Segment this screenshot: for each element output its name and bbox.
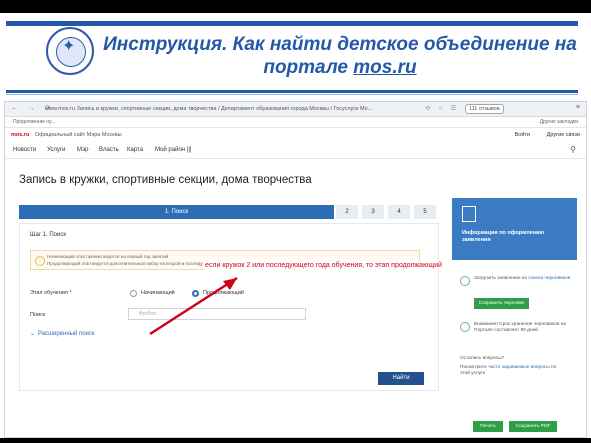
login-link[interactable]: Войти (515, 132, 530, 138)
site-subtitle: Официальный сайт Мэра Москвы (35, 132, 122, 138)
faq-text: Посмотрите часто задаваемые вопросы по э… (460, 365, 558, 377)
drafts-link[interactable]: списка черновиков (528, 276, 570, 281)
search-input[interactable]: Футбол (128, 308, 306, 320)
title-line-1: Инструкция. Как найти детское объединени… (103, 34, 577, 55)
hint-line-1: Начинающий этап приема ведется на первый… (47, 254, 169, 259)
upload-label: Загрузить заявление из (474, 276, 527, 281)
faq-prefix: Посмотрите (460, 365, 487, 370)
radio-beginner-label: Начинающий (141, 290, 175, 296)
nav-item-power[interactable]: Власть (99, 147, 119, 153)
site-header: mos.ru Официальный сайт Мэра Москвы Войт… (5, 128, 586, 142)
step-tab-3[interactable]: 3 (360, 205, 384, 219)
title-divider (6, 90, 578, 93)
save-pdf-button[interactable]: Сохранить PDF (509, 421, 557, 432)
top-divider (6, 21, 578, 26)
title-divider-thin (6, 94, 578, 95)
other-link[interactable]: Другие связи (547, 132, 580, 138)
print-button[interactable]: Печать (473, 421, 503, 432)
save-draft-button[interactable]: Сохранить черновик (474, 298, 529, 309)
advanced-search-link[interactable]: ⌄ Расширенный поиск (30, 330, 95, 337)
radio-continue[interactable] (192, 290, 199, 297)
toolbar-icons[interactable]: ⟲ ☆ ☰ (425, 105, 459, 113)
bookmarks-bar: Продолжение ну... Другие закладки (5, 117, 586, 128)
document-icon (462, 206, 476, 222)
slide-title: Инструкция. Как найти детское объединени… (100, 33, 580, 79)
main-nav: Новости Услуги Мэр Власть Карта Мой райо… (5, 142, 586, 159)
bookmark-item[interactable]: Продолжение ну... (13, 119, 55, 125)
step-tab-2[interactable]: 2 (334, 205, 358, 219)
page-title: Запись в кружки, спортивные секции, дома… (19, 174, 312, 186)
step-heading: Шаг 1. Поиск (30, 232, 66, 238)
chevron-down-icon: ⌄ (30, 331, 36, 337)
radio-beginner[interactable] (130, 290, 137, 297)
info-icon: ! (35, 256, 45, 266)
radio-continue-label: Продолжающий (203, 290, 244, 296)
search-form: Шаг 1. Поиск ! Начинающий этап приема ве… (19, 223, 444, 391)
nav-item-news[interactable]: Новости (13, 147, 36, 153)
menu-icon[interactable]: ≡ (576, 104, 580, 112)
upload-text: Загрузить заявление из списка черновиков (474, 276, 572, 282)
search-icon[interactable]: ⚲ (570, 145, 576, 154)
dolphin-star-emblem-icon: ✦ (46, 27, 94, 75)
find-button[interactable]: Найти (378, 372, 424, 385)
downloads-badge[interactable]: 111 отзывов (465, 104, 504, 114)
star-icon: ✦ (62, 38, 76, 55)
attention-text: Внимание! Срок хранения черновиков на По… (474, 322, 567, 333)
nav-item-district[interactable]: Мой район ||| (155, 147, 191, 153)
upload-icon (460, 276, 470, 286)
stage-label: Этап обучения * (30, 290, 72, 296)
site-logo[interactable]: mos.ru (11, 132, 29, 138)
nav-item-mayor[interactable]: Мэр (77, 147, 88, 153)
url-field[interactable]: www.mos.ru Запись в кружки, спортивные с… (45, 105, 415, 113)
other-bookmarks[interactable]: Другие закладки (540, 119, 578, 125)
annotation-callout: если кружок 2 или последующего года обуч… (203, 261, 444, 270)
step-tab-4[interactable]: 4 (386, 205, 410, 219)
title-link[interactable]: mos.ru (353, 57, 416, 78)
title-line-2: портале mos.ru (100, 56, 580, 79)
questions-text: Остались вопросы? (460, 356, 505, 361)
title-prefix: портале (263, 57, 354, 78)
address-bar: ← → ⟳ www.mos.ru Запись в кружки, спорти… (5, 102, 586, 117)
step-tab-1[interactable]: 1. Поиск (19, 205, 334, 219)
step-tabs: 1. Поиск 2 3 4 5 (19, 205, 439, 219)
step-tab-5[interactable]: 5 (412, 205, 436, 219)
faq-link[interactable]: часто задаваемые вопросы (488, 365, 550, 370)
browser-window: ← → ⟳ www.mos.ru Запись в кружки, спорти… (4, 101, 587, 438)
nav-item-map[interactable]: Карта (127, 147, 143, 153)
info-card[interactable]: Информация по оформлению заявления (452, 198, 577, 260)
info-card-title: Информация по оформлению заявления (462, 230, 545, 243)
search-label: Поиск (30, 312, 46, 318)
attention-icon (460, 322, 470, 332)
slide: ✦ Инструкция. Как найти детское объедине… (0, 13, 591, 438)
advanced-search-label: Расширенный поиск (38, 331, 95, 337)
nav-item-services[interactable]: Услуги (47, 147, 65, 153)
